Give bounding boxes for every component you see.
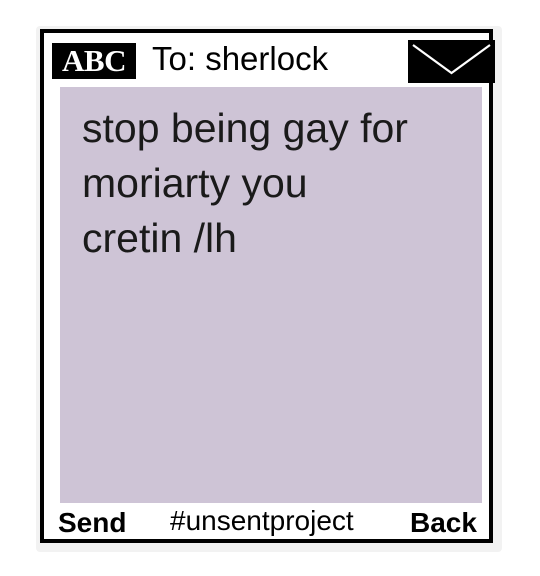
phone-screen: ABC To: sherlock stop being gay for mori… bbox=[40, 29, 495, 543]
envelope-icon bbox=[408, 40, 495, 83]
hashtag-label: #unsentproject bbox=[170, 505, 354, 536]
back-button[interactable]: Back bbox=[410, 506, 477, 540]
message-body[interactable]: stop being gay for moriarty you cretin /… bbox=[60, 87, 482, 503]
send-button[interactable]: Send bbox=[58, 506, 126, 540]
message-text: stop being gay for moriarty you cretin /… bbox=[82, 105, 408, 261]
recipient-label: To: sherlock bbox=[152, 40, 329, 77]
softkey-bar: Send #unsentproject Back bbox=[44, 504, 489, 542]
message-header: ABC To: sherlock bbox=[44, 33, 495, 85]
input-mode-badge[interactable]: ABC bbox=[52, 43, 136, 79]
